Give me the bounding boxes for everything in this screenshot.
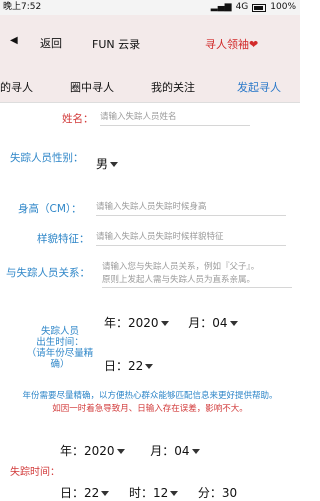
birth-day-select[interactable]: 22 <box>128 359 143 373</box>
birth-day-label: 日： <box>104 359 129 373</box>
dropdown-arrow-icon <box>191 449 200 454</box>
height-input[interactable]: 请输入失踪人员失踪时候身高 <box>96 200 286 216</box>
birth-label-line3: （请年份尽量精确） <box>26 348 94 370</box>
missing-dhm-row: 日：22 时：12 分：30 <box>60 484 237 501</box>
tab-my-search[interactable]: 的寻人 <box>0 79 33 95</box>
birth-month-select[interactable]: 04 <box>212 316 227 330</box>
app-header: ◀ 返回 FUN 云录 寻人领袖❤ <box>0 15 300 72</box>
leader-button[interactable]: 寻人领袖❤ <box>205 36 258 52</box>
gender-label: 失踪人员性别： <box>10 152 84 164</box>
tab-bar: 的寻人 圈中寻人 我的关注 发起寻人 <box>0 72 300 103</box>
birth-day-row: 日：22 <box>104 357 154 374</box>
dropdown-arrow-icon <box>170 491 179 496</box>
back-button[interactable]: 返回 <box>40 35 62 51</box>
birth-year-month-row: 年：2020 月：04 <box>104 314 238 331</box>
status-icons: ▂▄▆ 4G 100% <box>211 0 296 15</box>
birth-label-line2: 出生时间： <box>36 337 84 348</box>
gender-value: 男 <box>96 157 109 171</box>
features-label: 样貌特征： <box>37 233 90 245</box>
birth-year-label: 年： <box>104 316 129 330</box>
tab-my-following[interactable]: 我的关注 <box>151 79 195 95</box>
relation-placeholder-line2: 原则上发起人需与失踪人员为直系亲属。 <box>102 275 256 285</box>
dropdown-arrow-icon <box>160 321 169 326</box>
dropdown-arrow-icon <box>110 162 119 167</box>
missing-minute-label: 分： <box>197 486 222 500</box>
relation-input[interactable]: 请输入您与失踪人员关系，例如『父子』。 原则上发起人需与失踪人员为直系亲属。 <box>102 259 292 288</box>
missing-day-label: 日： <box>60 486 85 500</box>
signal-icon: ▂▄▆ <box>210 2 232 12</box>
missing-day-select[interactable]: 22 <box>84 486 99 500</box>
name-input[interactable]: 请输入失踪人员姓名 <box>100 110 250 126</box>
status-time: 晚上7:52 <box>3 2 42 12</box>
battery-percent: 100% <box>270 2 296 12</box>
app-title: FUN 云录 <box>92 38 141 51</box>
missing-month-label: 月： <box>150 444 175 458</box>
missing-year-month-row: 年：2020 月：04 <box>60 442 200 459</box>
birth-year-select[interactable]: 2020 <box>128 316 159 330</box>
back-arrow-icon[interactable]: ◀ <box>10 35 18 46</box>
error-note: 如因一时着急导致月、日输入存在误差，影响不大。 <box>52 404 248 414</box>
birth-month-label: 月： <box>188 316 213 330</box>
missing-hour-label: 时： <box>128 486 153 500</box>
dropdown-arrow-icon <box>229 321 238 326</box>
birth-label: 失踪人员 出生时间： （请年份尽量精确） <box>20 326 100 370</box>
leader-label: 寻人领袖 <box>205 38 249 51</box>
accuracy-note: 年份需要尽量精确，以方便热心群众能够匹配信息来更好提供帮助。 <box>22 391 278 401</box>
status-bar: 晚上7:52 ▂▄▆ 4G 100% <box>0 0 300 15</box>
tab-circle-search[interactable]: 圈中寻人 <box>70 79 114 95</box>
gender-select[interactable]: 男 <box>96 155 119 172</box>
dropdown-arrow-icon <box>145 364 154 369</box>
network-type: 4G <box>235 2 249 12</box>
battery-icon <box>252 3 267 12</box>
missing-time-label: 失踪时间： <box>10 467 60 478</box>
tab-start-search[interactable]: 发起寻人 <box>237 79 281 95</box>
heart-icon: ❤ <box>249 38 259 51</box>
missing-minute-select[interactable]: 30 <box>222 486 237 500</box>
birth-label-line1: 失踪人员 <box>40 326 79 337</box>
relation-placeholder-line1: 请输入您与失踪人员关系，例如『父子』。 <box>102 262 260 272</box>
missing-year-select[interactable]: 2020 <box>84 444 115 458</box>
missing-month-select[interactable]: 04 <box>174 444 189 458</box>
name-label: 姓名： <box>62 113 94 125</box>
dropdown-arrow-icon <box>101 491 110 496</box>
missing-year-label: 年： <box>60 444 85 458</box>
features-input[interactable]: 请输入失踪人员失踪时候样貌特征 <box>96 230 286 246</box>
relation-label: 与失踪人员关系： <box>6 267 90 279</box>
missing-hour-select[interactable]: 12 <box>153 486 168 500</box>
height-label: 身高（CM）： <box>18 203 82 215</box>
dropdown-arrow-icon <box>116 449 125 454</box>
